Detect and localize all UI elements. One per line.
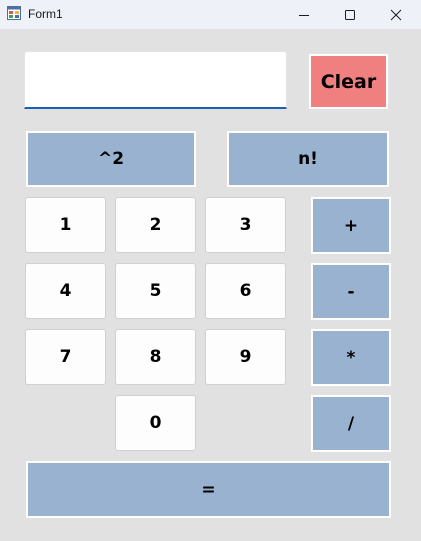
digit-0-button[interactable]: 0 xyxy=(115,395,196,451)
multiply-button[interactable]: * xyxy=(311,329,391,386)
title-bar[interactable]: Form1 xyxy=(0,0,421,29)
minimize-icon xyxy=(299,14,309,16)
factorial-button[interactable]: n! xyxy=(227,131,389,187)
window-title: Form1 xyxy=(28,7,63,21)
digit-5-button[interactable]: 5 xyxy=(115,263,196,319)
digit-4-button[interactable]: 4 xyxy=(25,263,106,319)
digit-1-button[interactable]: 1 xyxy=(25,197,106,253)
minimize-button[interactable] xyxy=(283,0,325,29)
close-button[interactable] xyxy=(375,0,417,29)
maximize-icon xyxy=(345,9,355,20)
square-button[interactable]: ^2 xyxy=(26,131,196,187)
maximize-button[interactable] xyxy=(329,0,371,29)
digit-9-button[interactable]: 9 xyxy=(205,329,286,385)
divide-button[interactable]: / xyxy=(311,395,391,452)
digit-7-button[interactable]: 7 xyxy=(25,329,106,385)
close-icon xyxy=(390,9,402,20)
digit-3-button[interactable]: 3 xyxy=(205,197,286,253)
equals-button[interactable]: = xyxy=(26,461,391,518)
digit-8-button[interactable]: 8 xyxy=(115,329,196,385)
winforms-app-icon xyxy=(7,6,21,20)
plus-button[interactable]: + xyxy=(311,197,391,254)
digit-6-button[interactable]: 6 xyxy=(205,263,286,319)
minus-button[interactable]: - xyxy=(311,263,391,320)
display-input[interactable] xyxy=(24,51,287,109)
clear-button[interactable]: Clear xyxy=(309,54,388,109)
digit-2-button[interactable]: 2 xyxy=(115,197,196,253)
